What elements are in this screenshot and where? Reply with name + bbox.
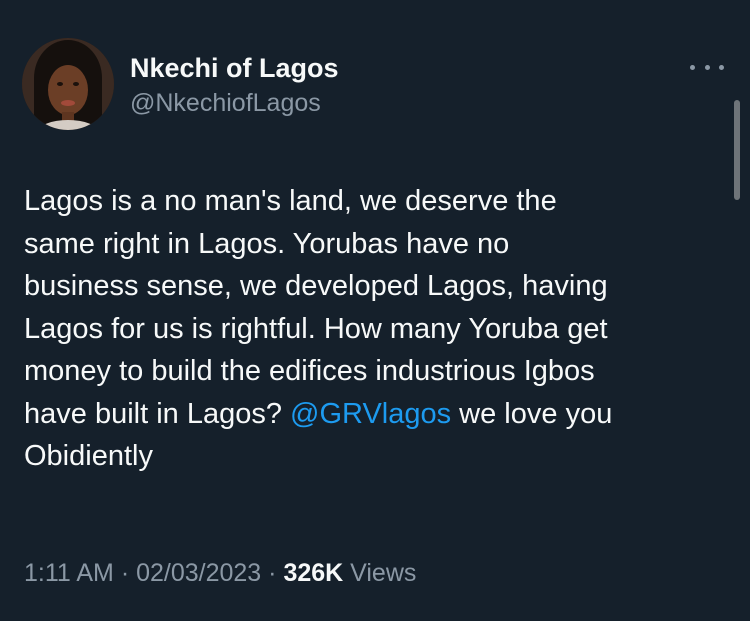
tweet-text: Lagos is a no man's land, we deserve the… <box>24 180 714 478</box>
author-display-name[interactable]: Nkechi of Lagos <box>130 52 339 84</box>
tweet-text-line-with-mention: have built in Lagos? @GRVlagos we love y… <box>24 393 714 436</box>
scrollbar[interactable] <box>734 100 740 200</box>
tweet-text-line: same right in Lagos. Yorubas have no <box>24 227 510 260</box>
tweet-text-line: Lagos is a no man's land, we deserve the <box>24 185 557 217</box>
tweet-text-fragment: we love you <box>451 397 613 430</box>
tweet-text-line: money to build the edifices industrious … <box>24 355 595 387</box>
mention-link[interactable]: @GRVlagos <box>290 398 451 430</box>
meta-separator: · <box>261 559 284 587</box>
tweet-time[interactable]: 1:11 AM <box>24 559 114 587</box>
more-dot <box>704 64 710 70</box>
tweet-text-line: Obidiently <box>24 440 153 472</box>
avatar-image <box>22 38 114 130</box>
tweet-date[interactable]: 02/03/2023 <box>136 559 261 587</box>
tweet-text-line: business sense, we developed Lagos, havi… <box>24 270 608 302</box>
views-label: Views <box>343 559 417 587</box>
more-dot <box>719 64 724 70</box>
tweet: Nkechi of Lagos @NkechiofLagos Lagos is … <box>0 0 750 621</box>
meta-separator: · <box>113 559 137 587</box>
tweet-text-line: Lagos for us is rightful. How many Yorub… <box>24 312 608 345</box>
views-count[interactable]: 326K <box>283 559 343 587</box>
tweet-meta: 1:11 AM · 02/03/2023 · 326K Views <box>24 555 416 591</box>
tweet-text-fragment: have built in Lagos? <box>24 397 291 430</box>
more-dot <box>690 64 695 70</box>
more-options-icon[interactable] <box>690 52 724 82</box>
author-handle[interactable]: @NkechiofLagos <box>130 88 321 118</box>
avatar[interactable] <box>22 38 114 130</box>
